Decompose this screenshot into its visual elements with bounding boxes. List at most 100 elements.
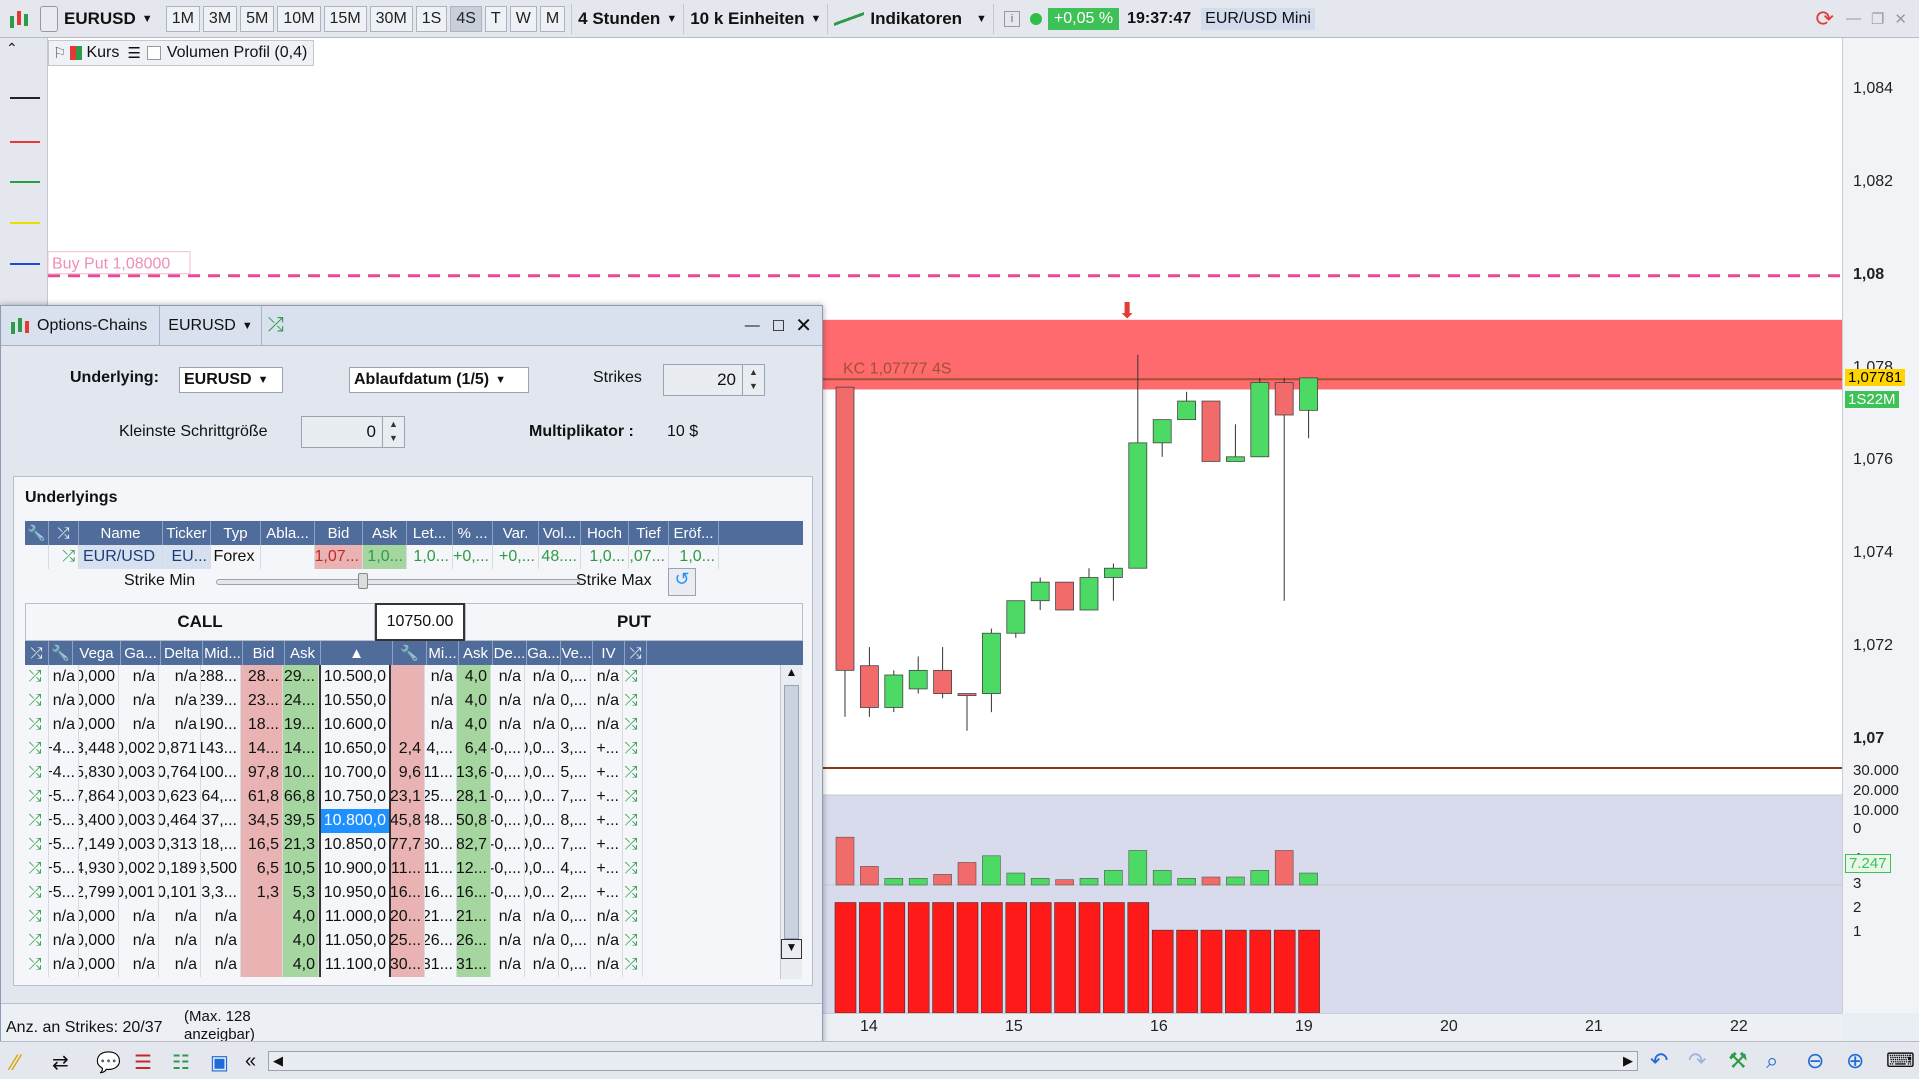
strategy-icon[interactable]: ⤮ (25, 689, 49, 713)
call-column-header[interactable]: Bid (243, 641, 285, 665)
table-row[interactable]: ⤮n/a0,000n/an/a288...28...29...10.500,0n… (25, 665, 780, 689)
strategy-icon[interactable]: ⤮ (623, 713, 643, 737)
table-row[interactable]: ⤮+5...2,7990,0010,1013,3...1,35,310.950,… (25, 881, 780, 905)
keyboard-icon[interactable]: ⌨ (1886, 1048, 1915, 1073)
options-symbol-dropdown[interactable]: EURUSD ▼ (159, 305, 262, 346)
list-icon[interactable]: ☰ (134, 1050, 152, 1075)
scroll-right-icon[interactable]: ▶ (1623, 1053, 1633, 1069)
strategy-icon[interactable]: ⤮ (25, 905, 49, 929)
strike-cell[interactable]: 10.550,0 (319, 689, 391, 713)
table-row[interactable]: ⤮+5...8,4000,0030,46437,...34,539,510.80… (25, 809, 780, 833)
tools-icon[interactable]: ⚒ (1728, 1048, 1748, 1074)
stepper-arrows-icon[interactable]: ▲ ▼ (742, 365, 764, 395)
column-header[interactable]: Tief (629, 521, 669, 545)
table-row[interactable]: ⤮n/a0,000n/an/an/a4,011.050,025...26...2… (25, 929, 780, 953)
strike-cell[interactable]: 10.600,0 (319, 713, 391, 737)
put-column-header[interactable]: De... (493, 641, 527, 665)
close-icon[interactable]: ✕ (795, 313, 812, 338)
orders-icon[interactable]: ☷ (172, 1050, 190, 1075)
strategy-icon[interactable]: ⤮ (25, 761, 49, 785)
strategy-icon[interactable]: ⤮ (623, 761, 643, 785)
maximize-icon[interactable]: ☐ (772, 317, 785, 335)
put-column-header[interactable]: IV (593, 641, 625, 665)
zoom-fit-icon[interactable]: ⌕ (1766, 1048, 1778, 1074)
scroll-left-icon[interactable]: ◀ (273, 1053, 283, 1069)
strategy-icon[interactable]: ⤮ (268, 314, 284, 337)
strategy-icon[interactable]: ⤮ (25, 833, 49, 857)
zoom-in-icon[interactable]: ⊕ (1846, 1048, 1864, 1074)
wrench-icon[interactable]: 🔧 (49, 641, 73, 665)
chat-icon[interactable]: 💬 (96, 1050, 121, 1075)
stepper-arrows-icon[interactable]: ▲ ▼ (382, 417, 404, 447)
call-column-header[interactable]: Delta (161, 641, 203, 665)
scroll-up-icon[interactable]: ▲ (781, 665, 802, 685)
collapse-left-icon[interactable]: « (245, 1050, 256, 1073)
horizontal-scrollbar[interactable]: ◀ ▶ (268, 1051, 1638, 1071)
scrollbar[interactable]: ▲ ▼ (780, 665, 802, 979)
redo-icon[interactable]: ↷ (1688, 1048, 1706, 1074)
column-header[interactable]: Ask (363, 521, 407, 545)
strategy-icon[interactable]: ⤮ (49, 521, 79, 545)
reset-icon[interactable]: ↺ (668, 568, 696, 596)
column-header[interactable]: Ticker (163, 521, 211, 545)
undo-icon[interactable]: ↶ (1650, 1048, 1668, 1074)
table-row[interactable]: ⤮+4...3,4480,0020,871143...14...14...10.… (25, 737, 780, 761)
strike-cell[interactable]: 11.100,0 (319, 953, 391, 977)
center-strike-box[interactable]: 10750.00 (375, 603, 465, 641)
scroll-down-icon[interactable]: ▼ (781, 939, 802, 959)
strategy-icon[interactable]: ⤮ (623, 929, 643, 953)
price-axis[interactable]: 1,084 1,082 1,08 1,078 1,076 1,074 1,072 1,07 30… (1842, 38, 1919, 1013)
strike-cell[interactable]: 11.000,0 (319, 905, 391, 929)
put-column-header[interactable]: Ga... (527, 641, 561, 665)
put-column-header[interactable]: Ve... (561, 641, 593, 665)
strike-cell[interactable]: 10.650,0 (319, 737, 391, 761)
call-column-header[interactable]: Mid... (203, 641, 243, 665)
table-row[interactable]: ⤮+5...7,8640,0030,62364,...61,866,810.75… (25, 785, 780, 809)
sort-ascending-icon[interactable]: ▲ (321, 641, 393, 665)
alert-icon[interactable]: ⚐ (53, 44, 66, 62)
strike-cell[interactable]: 10.750,0 (319, 785, 391, 809)
strategy-icon[interactable]: ⤮ (25, 809, 49, 833)
column-header[interactable]: % ... (453, 521, 493, 545)
strategy-icon[interactable]: ⤮ (623, 737, 643, 761)
kurs-label[interactable]: Kurs (86, 44, 119, 62)
strategy-icon[interactable]: ⤮ (623, 905, 643, 929)
strikes-stepper[interactable]: 20 ▲ ▼ (663, 364, 765, 396)
minimize-icon[interactable]: — (745, 317, 760, 334)
strategy-icon[interactable]: ⤮ (25, 713, 49, 737)
table-row[interactable]: ⤮n/a0,000n/an/an/a4,011.000,020...21...2… (25, 905, 780, 929)
strategy-icon[interactable]: ⤮ (25, 785, 49, 809)
strike-cell[interactable]: 10.800,0 (319, 809, 391, 833)
column-header[interactable]: Vol... (539, 521, 581, 545)
strategy-icon[interactable]: ⤮ (25, 929, 49, 953)
slider-handle[interactable] (358, 573, 368, 589)
column-header[interactable]: Hoch (581, 521, 629, 545)
step-stepper[interactable]: 0 ▲ ▼ (301, 416, 405, 448)
column-header[interactable]: Eröf... (669, 521, 719, 545)
strategy-icon[interactable]: ⤮ (623, 857, 643, 881)
trend-icon[interactable]: ⁄⁄ (12, 1050, 19, 1076)
volume-profile-label[interactable]: Volumen Profil (0,4) (167, 44, 308, 62)
strategy-icon[interactable]: ⤮ (623, 665, 643, 689)
strike-cell[interactable]: 10.500,0 (319, 665, 391, 689)
strategy-icon[interactable]: ⤮ (623, 881, 643, 905)
wrench-icon[interactable]: 🔧 (393, 641, 427, 665)
strategy-icon[interactable]: ⤮ (25, 881, 49, 905)
strategy-icon[interactable]: ⤮ (25, 953, 49, 977)
strategy-icon[interactable]: ⤮ (623, 833, 643, 857)
column-header[interactable]: Let... (407, 521, 453, 545)
zoom-out-icon[interactable]: ⊖ (1806, 1048, 1824, 1074)
call-column-header[interactable]: Ga... (121, 641, 161, 665)
strategy-icon[interactable]: ⤮ (25, 665, 49, 689)
volume-checkbox[interactable] (146, 46, 161, 60)
column-header[interactable]: Bid (315, 521, 363, 545)
strategy-icon[interactable]: ⤮ (25, 641, 49, 665)
table-row[interactable]: ⤮+5...4,9300,0020,1898,5006,510,510.900,… (25, 857, 780, 881)
strategy-icon[interactable]: ⤮ (625, 641, 647, 665)
column-header[interactable]: Var. (493, 521, 539, 545)
underlying-row[interactable]: ⤮ EUR/USD EU... Forex 1,07... 1,0... 1,0... +0,… (25, 545, 803, 569)
table-row[interactable]: ⤮n/a0,000n/an/a190...18...19...10.600,0n… (25, 713, 780, 737)
expiry-dropdown[interactable]: Ablaufdatum (1/5) ▼ (349, 367, 529, 393)
strike-cell[interactable]: 10.950,0 (319, 881, 391, 905)
call-column-header[interactable]: Ask (285, 641, 321, 665)
